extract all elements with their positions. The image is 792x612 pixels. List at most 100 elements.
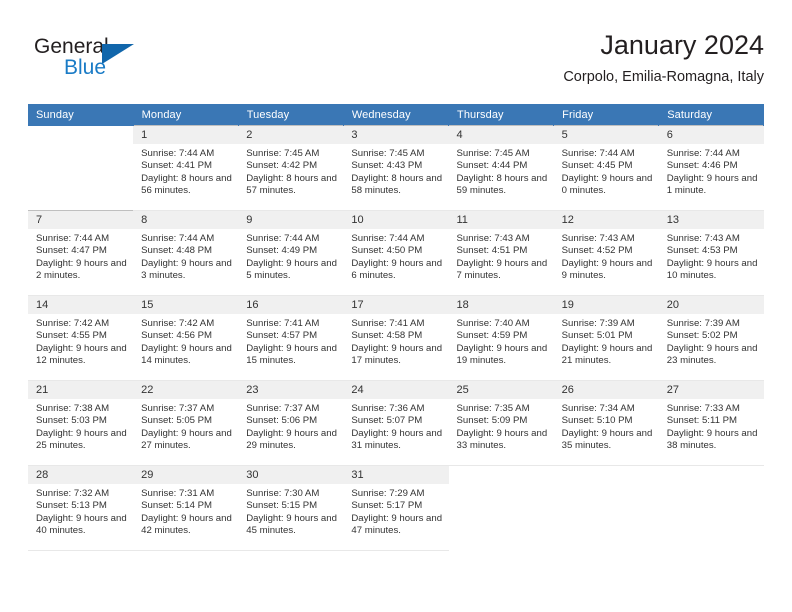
sunrise-text: Sunrise: 7:34 AM bbox=[561, 403, 635, 414]
sunrise-text: Sunrise: 7:31 AM bbox=[141, 488, 215, 499]
day-number: 3 bbox=[343, 126, 449, 144]
day-details: Sunrise: 7:32 AM Sunset: 5:13 PM Dayligh… bbox=[28, 484, 133, 538]
day-cell[interactable]: 31 Sunrise: 7:29 AM Sunset: 5:17 PM Dayl… bbox=[343, 465, 449, 551]
day-number: 14 bbox=[28, 296, 134, 314]
sunrise-text: Sunrise: 7:38 AM bbox=[36, 403, 110, 414]
day-details: Sunrise: 7:44 AM Sunset: 4:41 PM Dayligh… bbox=[133, 144, 238, 198]
sunrise-text: Sunrise: 7:43 AM bbox=[561, 233, 635, 244]
day-number: 22 bbox=[133, 381, 239, 399]
day-number: 8 bbox=[133, 211, 239, 229]
calendar-grid: Sunday Monday Tuesday Wednesday Thursday… bbox=[28, 104, 765, 551]
day-cell-empty bbox=[658, 465, 764, 551]
day-cell[interactable]: 18 Sunrise: 7:40 AM Sunset: 4:59 PM Dayl… bbox=[448, 295, 554, 381]
day-cell[interactable]: 27 Sunrise: 7:33 AM Sunset: 5:11 PM Dayl… bbox=[658, 380, 764, 466]
day-details: Sunrise: 7:44 AM Sunset: 4:49 PM Dayligh… bbox=[238, 229, 343, 283]
day-number: 28 bbox=[28, 466, 134, 484]
calendar-week-row: 1 Sunrise: 7:44 AM Sunset: 4:41 PM Dayli… bbox=[28, 125, 764, 211]
weekday-header-sunday: Sunday bbox=[28, 104, 134, 126]
day-details: Sunrise: 7:40 AM Sunset: 4:59 PM Dayligh… bbox=[449, 314, 554, 368]
day-cell[interactable]: 13 Sunrise: 7:43 AM Sunset: 4:53 PM Dayl… bbox=[658, 210, 764, 296]
day-cell[interactable]: 21 Sunrise: 7:38 AM Sunset: 5:03 PM Dayl… bbox=[28, 380, 134, 466]
day-number: 26 bbox=[553, 381, 659, 399]
logo-text-blue: Blue bbox=[64, 56, 107, 79]
day-details: Sunrise: 7:43 AM Sunset: 4:51 PM Dayligh… bbox=[449, 229, 554, 283]
sunset-text: Sunset: 5:13 PM bbox=[36, 500, 107, 512]
day-cell[interactable]: 29 Sunrise: 7:31 AM Sunset: 5:14 PM Dayl… bbox=[133, 465, 239, 551]
page-header: General Blue January 2024 Corpolo, Emili… bbox=[28, 28, 764, 96]
day-number: 13 bbox=[658, 211, 764, 229]
sunrise-text: Sunrise: 7:36 AM bbox=[351, 403, 425, 414]
day-cell[interactable]: 17 Sunrise: 7:41 AM Sunset: 4:58 PM Dayl… bbox=[343, 295, 449, 381]
day-cell[interactable]: 8 Sunrise: 7:44 AM Sunset: 4:48 PM Dayli… bbox=[133, 210, 239, 296]
daylight-text: Daylight: 9 hours and 0 minutes. bbox=[561, 172, 653, 197]
sunrise-text: Sunrise: 7:41 AM bbox=[246, 318, 320, 329]
general-blue-logo[interactable]: General Blue bbox=[34, 35, 204, 87]
day-cell[interactable]: 24 Sunrise: 7:36 AM Sunset: 5:07 PM Dayl… bbox=[343, 380, 449, 466]
day-cell[interactable]: 26 Sunrise: 7:34 AM Sunset: 5:10 PM Dayl… bbox=[553, 380, 659, 466]
day-number: 23 bbox=[238, 381, 344, 399]
day-details: Sunrise: 7:44 AM Sunset: 4:46 PM Dayligh… bbox=[659, 144, 764, 198]
sunrise-text: Sunrise: 7:45 AM bbox=[246, 148, 320, 159]
day-cell[interactable]: 6 Sunrise: 7:44 AM Sunset: 4:46 PM Dayli… bbox=[658, 125, 764, 211]
daylight-text: Daylight: 9 hours and 5 minutes. bbox=[246, 257, 337, 282]
day-cell[interactable]: 19 Sunrise: 7:39 AM Sunset: 5:01 PM Dayl… bbox=[553, 295, 659, 381]
day-cell[interactable]: 3 Sunrise: 7:45 AM Sunset: 4:43 PM Dayli… bbox=[343, 125, 449, 211]
sunset-text: Sunset: 5:01 PM bbox=[561, 330, 633, 342]
day-cell[interactable]: 7 Sunrise: 7:44 AM Sunset: 4:47 PM Dayli… bbox=[28, 210, 134, 296]
daylight-text: Daylight: 9 hours and 1 minute. bbox=[666, 172, 758, 197]
day-cell[interactable]: 16 Sunrise: 7:41 AM Sunset: 4:57 PM Dayl… bbox=[238, 295, 344, 381]
sunset-text: Sunset: 5:07 PM bbox=[351, 415, 423, 427]
sunset-text: Sunset: 5:05 PM bbox=[141, 415, 213, 427]
day-number: 2 bbox=[238, 126, 344, 144]
daylight-text: Daylight: 9 hours and 27 minutes. bbox=[141, 427, 232, 452]
day-cell[interactable]: 5 Sunrise: 7:44 AM Sunset: 4:45 PM Dayli… bbox=[553, 125, 659, 211]
day-cell[interactable]: 4 Sunrise: 7:45 AM Sunset: 4:44 PM Dayli… bbox=[448, 125, 554, 211]
daylight-text: Daylight: 9 hours and 12 minutes. bbox=[36, 342, 127, 367]
day-cell[interactable]: 15 Sunrise: 7:42 AM Sunset: 4:56 PM Dayl… bbox=[133, 295, 239, 381]
sunset-text: Sunset: 4:47 PM bbox=[36, 245, 107, 257]
daylight-text: Daylight: 9 hours and 6 minutes. bbox=[351, 257, 443, 282]
daylight-text: Daylight: 9 hours and 15 minutes. bbox=[246, 342, 337, 367]
day-details: Sunrise: 7:41 AM Sunset: 4:58 PM Dayligh… bbox=[343, 314, 448, 368]
sunset-text: Sunset: 4:59 PM bbox=[456, 330, 528, 342]
triangle-icon bbox=[102, 44, 134, 64]
day-number: 10 bbox=[343, 211, 449, 229]
daylight-text: Daylight: 9 hours and 21 minutes. bbox=[561, 342, 653, 367]
day-number: 16 bbox=[238, 296, 344, 314]
sunset-text: Sunset: 4:57 PM bbox=[246, 330, 318, 342]
day-cell[interactable]: 28 Sunrise: 7:32 AM Sunset: 5:13 PM Dayl… bbox=[28, 465, 134, 551]
sunrise-text: Sunrise: 7:43 AM bbox=[456, 233, 530, 244]
day-number: 31 bbox=[343, 466, 449, 484]
daylight-text: Daylight: 9 hours and 7 minutes. bbox=[456, 257, 548, 282]
day-cell[interactable]: 12 Sunrise: 7:43 AM Sunset: 4:52 PM Dayl… bbox=[553, 210, 659, 296]
day-cell[interactable]: 23 Sunrise: 7:37 AM Sunset: 5:06 PM Dayl… bbox=[238, 380, 344, 466]
sunrise-text: Sunrise: 7:44 AM bbox=[36, 233, 110, 244]
day-cell[interactable]: 22 Sunrise: 7:37 AM Sunset: 5:05 PM Dayl… bbox=[133, 380, 239, 466]
sunrise-text: Sunrise: 7:42 AM bbox=[36, 318, 110, 329]
sunset-text: Sunset: 5:15 PM bbox=[246, 500, 318, 512]
day-cell[interactable]: 1 Sunrise: 7:44 AM Sunset: 4:41 PM Dayli… bbox=[133, 125, 239, 211]
day-cell[interactable]: 10 Sunrise: 7:44 AM Sunset: 4:50 PM Dayl… bbox=[343, 210, 449, 296]
sunset-text: Sunset: 4:42 PM bbox=[246, 160, 318, 172]
day-cell[interactable]: 20 Sunrise: 7:39 AM Sunset: 5:02 PM Dayl… bbox=[658, 295, 764, 381]
day-cell[interactable]: 11 Sunrise: 7:43 AM Sunset: 4:51 PM Dayl… bbox=[448, 210, 554, 296]
weekday-header-tuesday: Tuesday bbox=[238, 104, 344, 126]
day-details: Sunrise: 7:38 AM Sunset: 5:03 PM Dayligh… bbox=[28, 399, 133, 453]
day-details: Sunrise: 7:44 AM Sunset: 4:47 PM Dayligh… bbox=[28, 229, 133, 283]
daylight-text: Daylight: 9 hours and 19 minutes. bbox=[456, 342, 548, 367]
day-details: Sunrise: 7:45 AM Sunset: 4:43 PM Dayligh… bbox=[343, 144, 448, 198]
sunrise-text: Sunrise: 7:44 AM bbox=[561, 148, 635, 159]
page-subtitle: Corpolo, Emilia-Romagna, Italy bbox=[563, 69, 764, 85]
calendar-body: 1 Sunrise: 7:44 AM Sunset: 4:41 PM Dayli… bbox=[28, 125, 764, 551]
day-cell[interactable]: 2 Sunrise: 7:45 AM Sunset: 4:42 PM Dayli… bbox=[238, 125, 344, 211]
day-number: 21 bbox=[28, 381, 134, 399]
day-cell[interactable]: 25 Sunrise: 7:35 AM Sunset: 5:09 PM Dayl… bbox=[448, 380, 554, 466]
weekday-header-thursday: Thursday bbox=[448, 104, 555, 126]
day-cell[interactable]: 9 Sunrise: 7:44 AM Sunset: 4:49 PM Dayli… bbox=[238, 210, 344, 296]
day-cell[interactable]: 14 Sunrise: 7:42 AM Sunset: 4:55 PM Dayl… bbox=[28, 295, 134, 381]
daylight-text: Daylight: 8 hours and 56 minutes. bbox=[141, 172, 232, 197]
day-cell[interactable]: 30 Sunrise: 7:30 AM Sunset: 5:15 PM Dayl… bbox=[238, 465, 344, 551]
sunrise-text: Sunrise: 7:40 AM bbox=[456, 318, 530, 329]
sunrise-text: Sunrise: 7:44 AM bbox=[141, 233, 215, 244]
calendar-week-row: 28 Sunrise: 7:32 AM Sunset: 5:13 PM Dayl… bbox=[28, 465, 764, 551]
